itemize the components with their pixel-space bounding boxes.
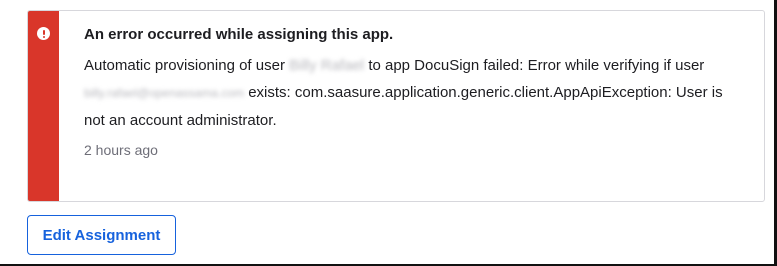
redacted-user-name: Billy Rafael xyxy=(289,57,365,74)
alert-message-text: Automatic provisioning of user xyxy=(84,57,285,74)
error-circle-icon xyxy=(37,27,50,40)
alert-title: An error occurred while assigning this a… xyxy=(84,26,394,43)
alert-timestamp: 2 hours ago xyxy=(84,142,158,158)
alert-message: Automatic provisioning of user Billy Raf… xyxy=(84,52,724,134)
redacted-user-email: billy.rafael@openassama.com xyxy=(84,86,245,100)
alert-message-text: to app DocuSign failed: Error while veri… xyxy=(368,57,705,74)
edit-assignment-button[interactable]: Edit Assignment xyxy=(27,215,176,255)
alert-accent-bar xyxy=(28,11,59,201)
error-alert: An error occurred while assigning this a… xyxy=(27,10,765,202)
alert-content: An error occurred while assigning this a… xyxy=(84,25,724,160)
